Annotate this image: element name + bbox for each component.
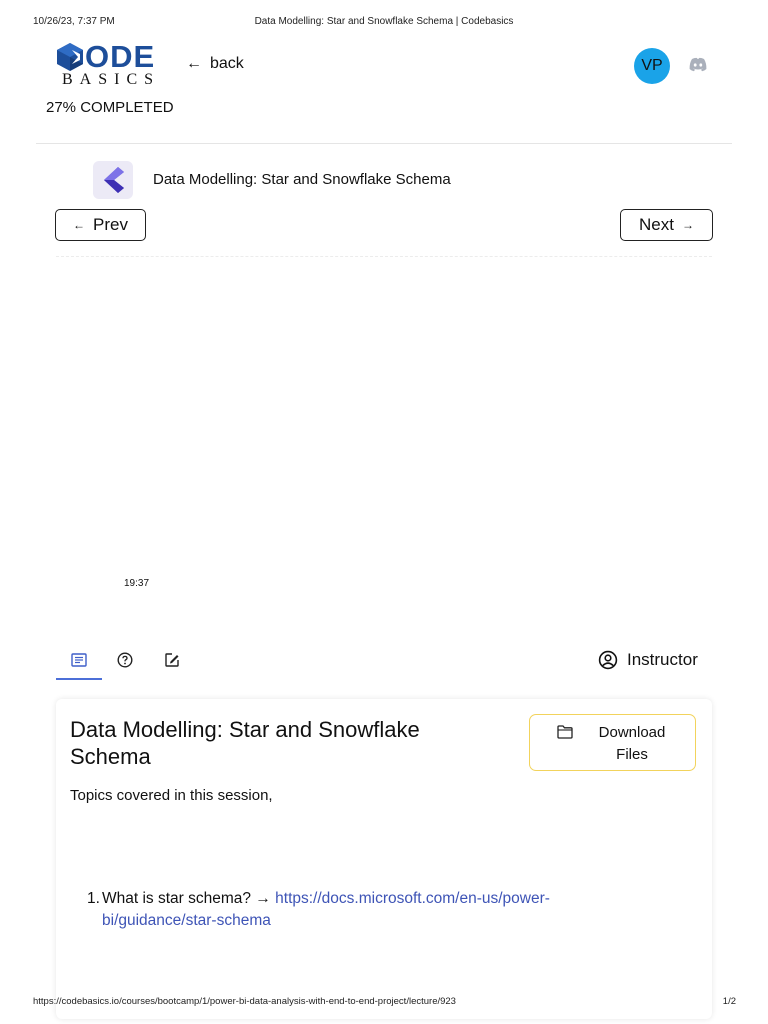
video-top-divider <box>56 256 712 257</box>
codebasics-logo[interactable]: ODE BASICS <box>56 39 166 90</box>
instructor-button[interactable]: Instructor <box>598 650 698 670</box>
header-divider <box>36 143 732 144</box>
user-circle-icon <box>598 650 618 670</box>
back-label: back <box>210 55 244 72</box>
video-duration: 19:37 <box>124 578 150 589</box>
logo-basics-text: BASICS <box>62 71 161 88</box>
arrow-left-icon: ← <box>186 55 202 72</box>
help-icon <box>117 652 133 668</box>
next-label: Next <box>639 215 674 234</box>
logo-hexagon-icon <box>57 43 83 71</box>
prev-button[interactable]: ← Prev <box>55 209 146 241</box>
notes-icon <box>71 653 87 667</box>
tab-edit[interactable] <box>162 650 182 670</box>
discord-icon[interactable] <box>688 57 708 73</box>
arrow-right-icon: → <box>681 218 694 232</box>
back-link[interactable]: ← back <box>186 55 244 73</box>
prev-label: Prev <box>93 215 128 234</box>
list-item-number: 1. <box>87 890 100 907</box>
arrow-left-icon: ← <box>73 218 86 232</box>
download-files-label: Download Files <box>598 724 666 763</box>
print-url: https://codebasics.io/courses/bootcamp/1… <box>33 996 456 1007</box>
next-button[interactable]: Next → <box>620 209 713 241</box>
lecture-title: Data Modelling: Star and Snowflake Schem… <box>153 171 451 188</box>
list-item-text: What is star schema? → https://docs.micr… <box>102 888 602 932</box>
instructor-label: Instructor <box>627 650 698 669</box>
edit-icon <box>165 653 179 667</box>
avatar[interactable]: VP <box>634 48 670 84</box>
folder-icon <box>557 725 573 739</box>
course-logo-icon <box>93 161 133 199</box>
card-title: Data Modelling: Star and Snowflake Schem… <box>70 717 420 769</box>
print-page-number: 1/2 <box>722 996 736 1007</box>
print-page-title: Data Modelling: Star and Snowflake Schem… <box>254 16 514 27</box>
tab-notes[interactable] <box>69 650 89 670</box>
active-tab-indicator <box>56 678 102 680</box>
download-files-button[interactable]: Download Files <box>529 714 696 771</box>
list-item-label: What is star schema? → <box>102 890 276 907</box>
progress-text: 27% COMPLETED <box>46 99 174 116</box>
tab-help[interactable] <box>115 650 135 670</box>
topics-intro: Topics covered in this session, <box>70 787 273 804</box>
logo-code-text: ODE <box>85 39 156 74</box>
